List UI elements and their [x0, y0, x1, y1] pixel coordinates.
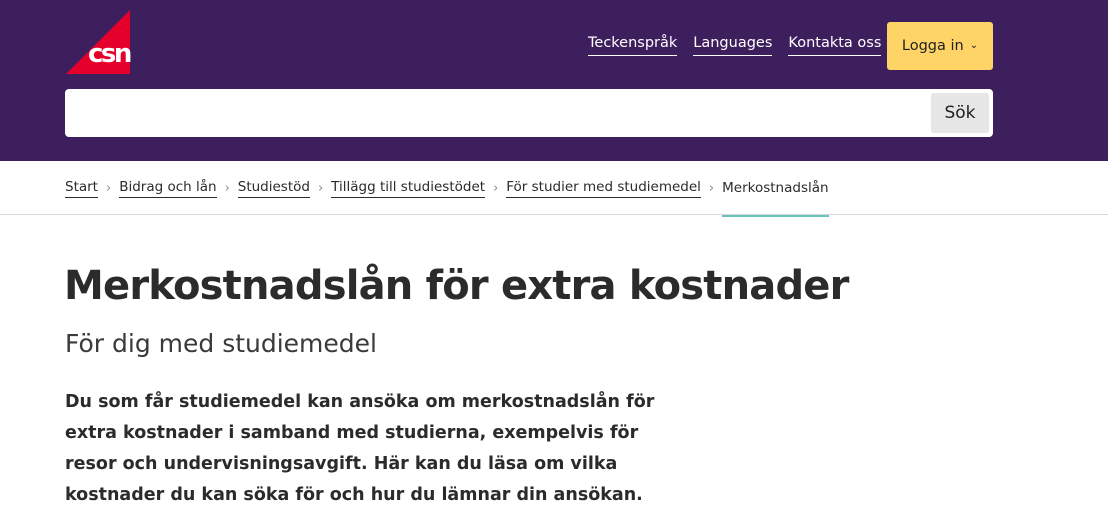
link-kontakta-oss[interactable]: Kontakta oss — [788, 34, 882, 56]
intro-text: Du som får studiemedel kan ansöka om mer… — [65, 392, 655, 505]
chevron-right-icon: › — [317, 181, 324, 196]
breadcrumb-studiestod[interactable]: Studiestöd — [237, 179, 310, 198]
login-button[interactable]: Logga in ⌄ — [887, 22, 993, 70]
chevron-down-icon: ⌄ — [969, 40, 979, 51]
breadcrumb-current: Merkostnadslån — [722, 180, 830, 217]
login-label: Logga in — [901, 38, 964, 54]
chevron-right-icon: › — [708, 181, 715, 196]
breadcrumb: Start › Bidrag och lån › Studiestöd › Ti… — [65, 179, 830, 217]
chevron-right-icon: › — [224, 181, 230, 196]
chevron-right-icon: › — [105, 181, 112, 196]
search-bar: Sök — [65, 89, 993, 137]
breadcrumb-tillagg[interactable]: Tillägg till studiestödet — [331, 179, 486, 198]
search-input[interactable] — [65, 89, 925, 137]
logo-text: csn — [88, 39, 132, 69]
page-subtitle: För dig med studiemedel — [65, 329, 377, 358]
breadcrumb-for-studier[interactable]: För studier med studiemedel — [506, 179, 701, 198]
breadcrumb-start[interactable]: Start — [65, 179, 98, 198]
chevron-right-icon: › — [493, 181, 499, 196]
link-teckensprak[interactable]: Teckenspråk — [588, 34, 678, 56]
top-nav: Teckenspråk Languages Kontakta oss — [588, 34, 882, 56]
site-header: csn Teckenspråk Languages Kontakta oss L… — [0, 0, 1108, 161]
breadcrumb-bidrag-och-lan[interactable]: Bidrag och lån — [119, 179, 217, 198]
page-title: Merkostnadslån för extra kostnader — [64, 263, 849, 309]
link-languages[interactable]: Languages — [693, 34, 773, 56]
search-button[interactable]: Sök — [931, 93, 989, 133]
breadcrumb-bar: Start › Bidrag och lån › Studiestöd › Ti… — [0, 161, 1108, 217]
